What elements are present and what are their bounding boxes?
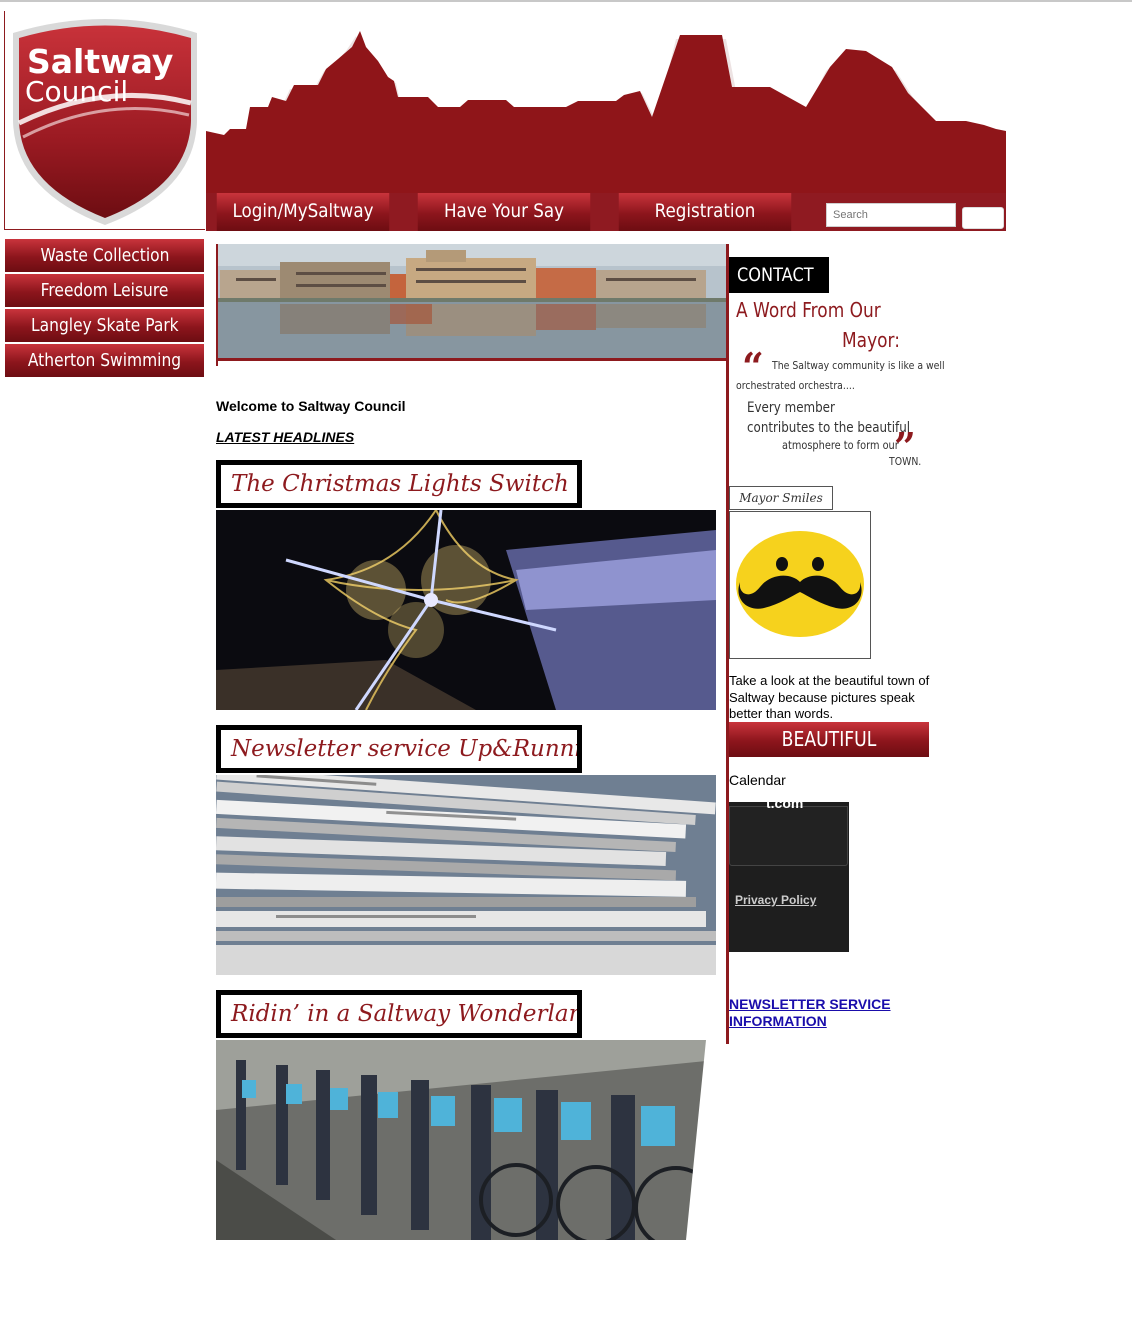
calendar-label: Calendar <box>729 772 786 788</box>
sidebar-item-label: Waste Collection <box>40 245 169 266</box>
privacy-policy-link[interactable]: Privacy Policy <box>735 893 816 907</box>
sidebar-item-atherton-swimming-pool[interactable]: Atherton Swimming Pool <box>5 344 204 404</box>
nav-have-your-say[interactable]: Have Your Say <box>417 193 591 231</box>
sidebar-item-label: Langley Skate Park <box>30 315 179 336</box>
mayor-quote-line5: atmosphere to form our <box>782 438 899 452</box>
gallery-intro-text: Take a look at the beautiful town of Sal… <box>729 673 930 721</box>
contact-us-button[interactable]: CONTACT US <box>729 257 829 322</box>
latest-headlines-label: LATEST HEADLINES <box>216 429 355 445</box>
calendar-widget-brand: t.com <box>766 795 804 811</box>
bike-rack-photo[interactable] <box>216 1040 716 1240</box>
newspapers-photo[interactable] <box>216 775 716 975</box>
mayor-quote-line4: contributes to the beautiful <box>747 420 911 436</box>
council-logo[interactable]: Saltway Council <box>4 11 205 230</box>
logo-text-line2: Council <box>25 75 128 108</box>
sidebar-item-waste-collection[interactable]: Waste Collection <box>5 239 204 272</box>
mayor-heading-line1: A Word From Our <box>736 298 881 322</box>
headline-saltway-wonderland[interactable]: Ridin’ in a Saltway Wonderland <box>216 990 582 1038</box>
open-quote-icon: “ <box>742 344 764 389</box>
nav-registration[interactable]: Registration <box>618 193 792 231</box>
mayor-quote-line3: Every member <box>747 400 835 416</box>
skyline-banner <box>206 11 1006 193</box>
calendar-widget-panel <box>729 806 848 866</box>
christmas-lights-photo[interactable] <box>216 510 716 710</box>
welcome-heading: Welcome to Saltway Council <box>216 398 406 414</box>
newsletter-info-link[interactable]: NEWSLETTER SERVICE INFORMATION <box>729 996 929 1030</box>
headline-newsletter-service[interactable]: Newsletter service Up&Running <box>216 725 582 773</box>
mayor-heading-line2: Mayor: <box>842 328 900 352</box>
sidebar-item-langley-skate-park[interactable]: Langley Skate Park <box>5 309 204 342</box>
mayor-smiles-label: Mayor Smiles <box>729 486 833 510</box>
search-input[interactable] <box>826 203 956 227</box>
mayor-quote-line6: TOWN. <box>889 455 922 468</box>
sidebar-item-freedom-leisure-centre[interactable]: Freedom Leisure Centre <box>5 274 204 334</box>
mayor-quote-line2: orchestrated orchestra.... <box>736 379 855 392</box>
council-building-photo <box>216 244 727 366</box>
headline-christmas-lights[interactable]: The Christmas Lights Switch On! <box>216 460 582 508</box>
sidebar-item-label: Atherton Swimming Pool <box>27 350 182 404</box>
mayor-quote-line1: The Saltway community is like a well <box>772 359 945 372</box>
search-button[interactable] <box>962 207 1004 229</box>
mayor-smiles-image[interactable] <box>729 511 871 659</box>
nav-login-mysaltway[interactable]: Login/MySaltway <box>216 193 390 231</box>
beautiful-saltway-button[interactable]: BEAUTIFUL SALTWAY <box>729 722 929 786</box>
